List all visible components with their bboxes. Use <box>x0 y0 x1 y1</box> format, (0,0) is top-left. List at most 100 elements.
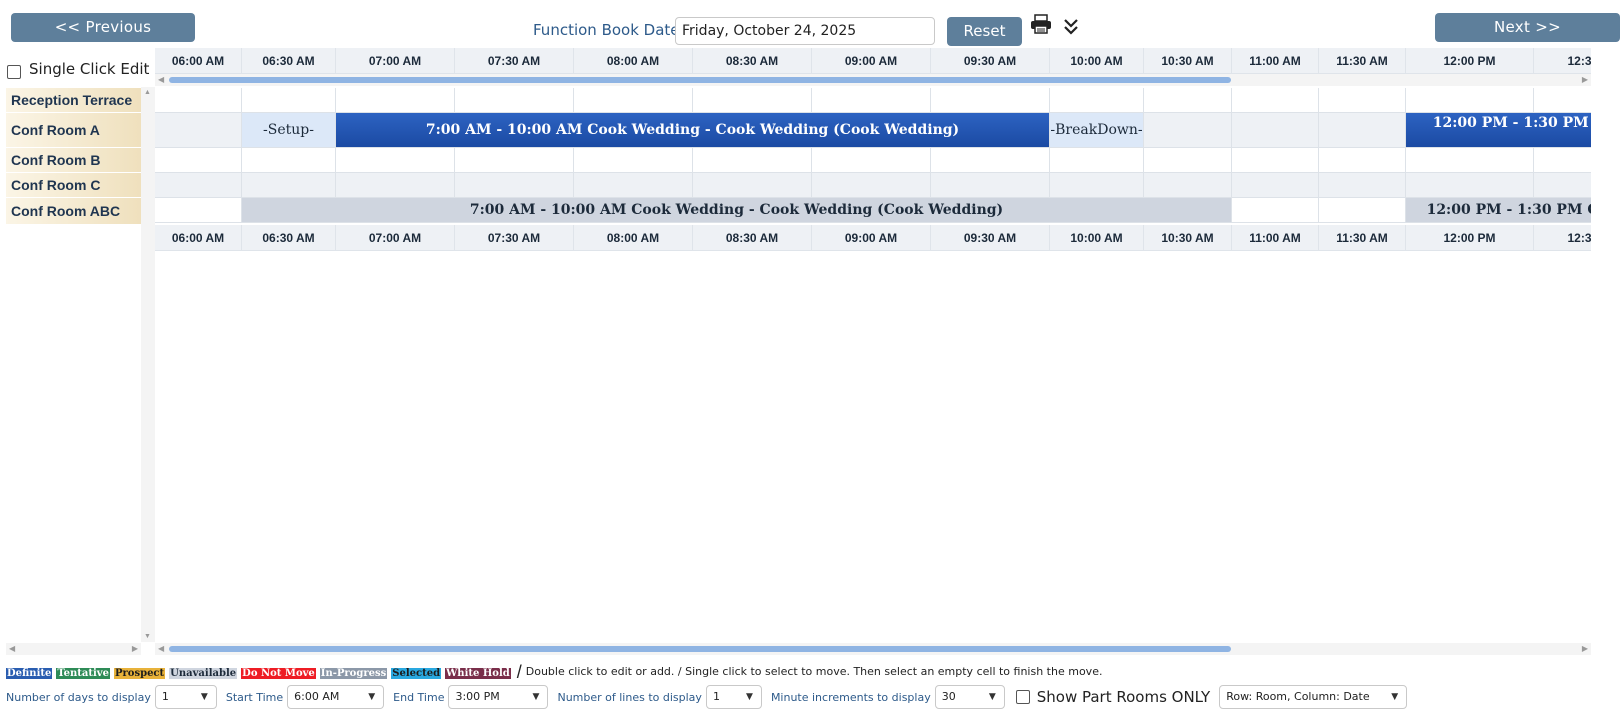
event-abc-cook-wedding-unavailable[interactable]: 7:00 AM - 10:00 AM Cook Wedding - Cook W… <box>242 198 1232 223</box>
grid-cell[interactable] <box>155 113 242 148</box>
grid-cell[interactable] <box>931 173 1050 198</box>
room-label-conf-room-c: Conf Room C <box>6 173 141 198</box>
time-header-12-00-pm: 12:00 PM <box>1406 48 1534 74</box>
grid-cell[interactable] <box>1232 88 1319 113</box>
grid-cell[interactable] <box>574 88 693 113</box>
grid-cell[interactable] <box>455 173 574 198</box>
grid-cell[interactable] <box>1319 88 1406 113</box>
start-time-label: Start Time <box>225 690 284 704</box>
grid-bottom-horizontal-scrollbar[interactable]: ◀ ▶ <box>155 643 1591 655</box>
grid-cell[interactable] <box>155 198 242 223</box>
grid-cell[interactable] <box>1534 88 1591 113</box>
grid-cell[interactable] <box>1534 173 1591 198</box>
grid-cell[interactable] <box>336 88 455 113</box>
double-chevron-down-icon[interactable] <box>1063 16 1079 36</box>
event-cook-wedding[interactable]: 7:00 AM - 10:00 AM Cook Wedding - Cook W… <box>336 113 1050 148</box>
time-header-10-00-am: 10:00 AM <box>1050 48 1144 74</box>
grid-cell[interactable] <box>812 88 931 113</box>
previous-button[interactable]: << Previous <box>11 13 195 42</box>
minute-increments-label: Minute increments to display <box>770 690 931 704</box>
grid-cell[interactable] <box>1319 113 1406 148</box>
start-time-select[interactable]: 6:00 AM ▼ <box>287 685 385 709</box>
time-header-08-00-am: 08:00 AM <box>574 48 693 74</box>
scroll-thumb[interactable] <box>169 77 1231 83</box>
time-header-07-00-am: 07:00 AM <box>336 48 455 74</box>
grid-cell[interactable] <box>242 88 336 113</box>
grid-cell[interactable] <box>455 148 574 173</box>
grid-cell[interactable] <box>693 173 812 198</box>
grid-cell[interactable] <box>242 148 336 173</box>
event-setup-block[interactable]: -Setup- <box>242 113 336 148</box>
time-footer-10-30-am: 10:30 AM <box>1144 225 1232 251</box>
lines-to-display-select[interactable]: 1 ▼ <box>705 685 762 709</box>
end-time-select[interactable]: 3:00 PM ▼ <box>448 685 549 709</box>
time-footer-10-00-am: 10:00 AM <box>1050 225 1144 251</box>
grid-cell[interactable] <box>155 88 242 113</box>
grid-cell[interactable] <box>1406 88 1534 113</box>
time-header-06-00-am: 06:00 AM <box>155 48 242 74</box>
event-title-line: 12:00 PM - 1:30 PM Crayola <box>1432 115 1591 131</box>
event-crayola-lunch[interactable]: 12:00 PM - 1:30 PM CrayolaLun <box>1406 113 1591 148</box>
grid-cell[interactable] <box>1319 173 1406 198</box>
grid-cell[interactable] <box>931 88 1050 113</box>
function-book-date-input[interactable]: Friday, October 24, 2025 <box>675 17 935 45</box>
printer-icon[interactable] <box>1030 14 1052 34</box>
chevron-down-icon: ▼ <box>988 692 996 702</box>
grid-cell[interactable] <box>1534 148 1591 173</box>
grid-cell[interactable] <box>155 148 242 173</box>
grid-cell[interactable] <box>1319 148 1406 173</box>
grid-cell[interactable] <box>1232 148 1319 173</box>
event-title-line: Lun <box>1406 131 1591 147</box>
grid-cell[interactable] <box>1406 148 1534 173</box>
room-label-conf-room-a: Conf Room A <box>6 113 141 148</box>
grid-cell[interactable] <box>693 148 812 173</box>
scroll-thumb[interactable] <box>169 646 1231 652</box>
chevron-down-icon: ▼ <box>368 692 376 702</box>
next-button[interactable]: Next >> <box>1435 13 1620 42</box>
room-label-conf-room-b: Conf Room B <box>6 148 141 173</box>
room-list-vertical-scrollbar[interactable]: ▲ ▼ <box>141 87 155 642</box>
legend-item-unavailable: Unavailable <box>169 667 238 679</box>
grid-cell[interactable] <box>693 88 812 113</box>
start-time-value: 6:00 AM <box>294 690 340 703</box>
grid-top-horizontal-scrollbar[interactable]: ◀ ▶ <box>155 74 1591 86</box>
legend-help-text: Double click to edit or add. / Single cl… <box>525 665 1103 678</box>
room-label-reception-terrace: Reception Terrace <box>6 88 141 113</box>
reset-button[interactable]: Reset <box>947 17 1022 46</box>
legend-item-in-progress: In-Progress <box>319 667 388 679</box>
grid-cell[interactable] <box>1144 148 1232 173</box>
days-to-display-select[interactable]: 1 ▼ <box>154 685 217 709</box>
room-list-horizontal-scrollbar[interactable]: ◀ ▶ <box>6 643 141 655</box>
grid-cell[interactable] <box>1232 198 1319 223</box>
event-abc-crayola-unavailable[interactable]: 12:00 PM - 1:30 PM Crayo <box>1406 198 1591 223</box>
grid-cell[interactable] <box>1144 88 1232 113</box>
grid-cell[interactable] <box>1406 173 1534 198</box>
grid-cell[interactable] <box>1232 113 1319 148</box>
single-click-edit-checkbox[interactable] <box>7 65 21 79</box>
grid-cell[interactable] <box>1319 198 1406 223</box>
grid-cell[interactable] <box>812 173 931 198</box>
grid-cell[interactable] <box>242 173 336 198</box>
grid-cell[interactable] <box>1050 173 1144 198</box>
time-footer-12-00-pm: 12:00 PM <box>1406 225 1534 251</box>
event-breakdown-block[interactable]: -BreakDown- <box>1050 113 1144 148</box>
grid-cell[interactable] <box>455 88 574 113</box>
grid-cell[interactable] <box>1232 173 1319 198</box>
grid-cell[interactable] <box>1144 113 1232 148</box>
time-header-11-30-am: 11:30 AM <box>1319 48 1406 74</box>
minute-increments-select[interactable]: 30 ▼ <box>934 685 1005 709</box>
grid-cell[interactable] <box>574 173 693 198</box>
grid-cell[interactable] <box>931 148 1050 173</box>
grid-cell[interactable] <box>1050 88 1144 113</box>
grid-cell[interactable] <box>1144 173 1232 198</box>
grid-layout-select[interactable]: Row: Room, Column: Date ▼ <box>1219 685 1408 709</box>
grid-cell[interactable] <box>1050 148 1144 173</box>
grid-cell[interactable] <box>336 173 455 198</box>
chevron-down-icon: ▼ <box>746 692 753 702</box>
grid-cell[interactable] <box>155 173 242 198</box>
grid-cell[interactable] <box>574 148 693 173</box>
time-footer-08-30-am: 08:30 AM <box>693 225 812 251</box>
grid-cell[interactable] <box>336 148 455 173</box>
show-part-rooms-checkbox[interactable] <box>1015 690 1030 704</box>
grid-cell[interactable] <box>812 148 931 173</box>
